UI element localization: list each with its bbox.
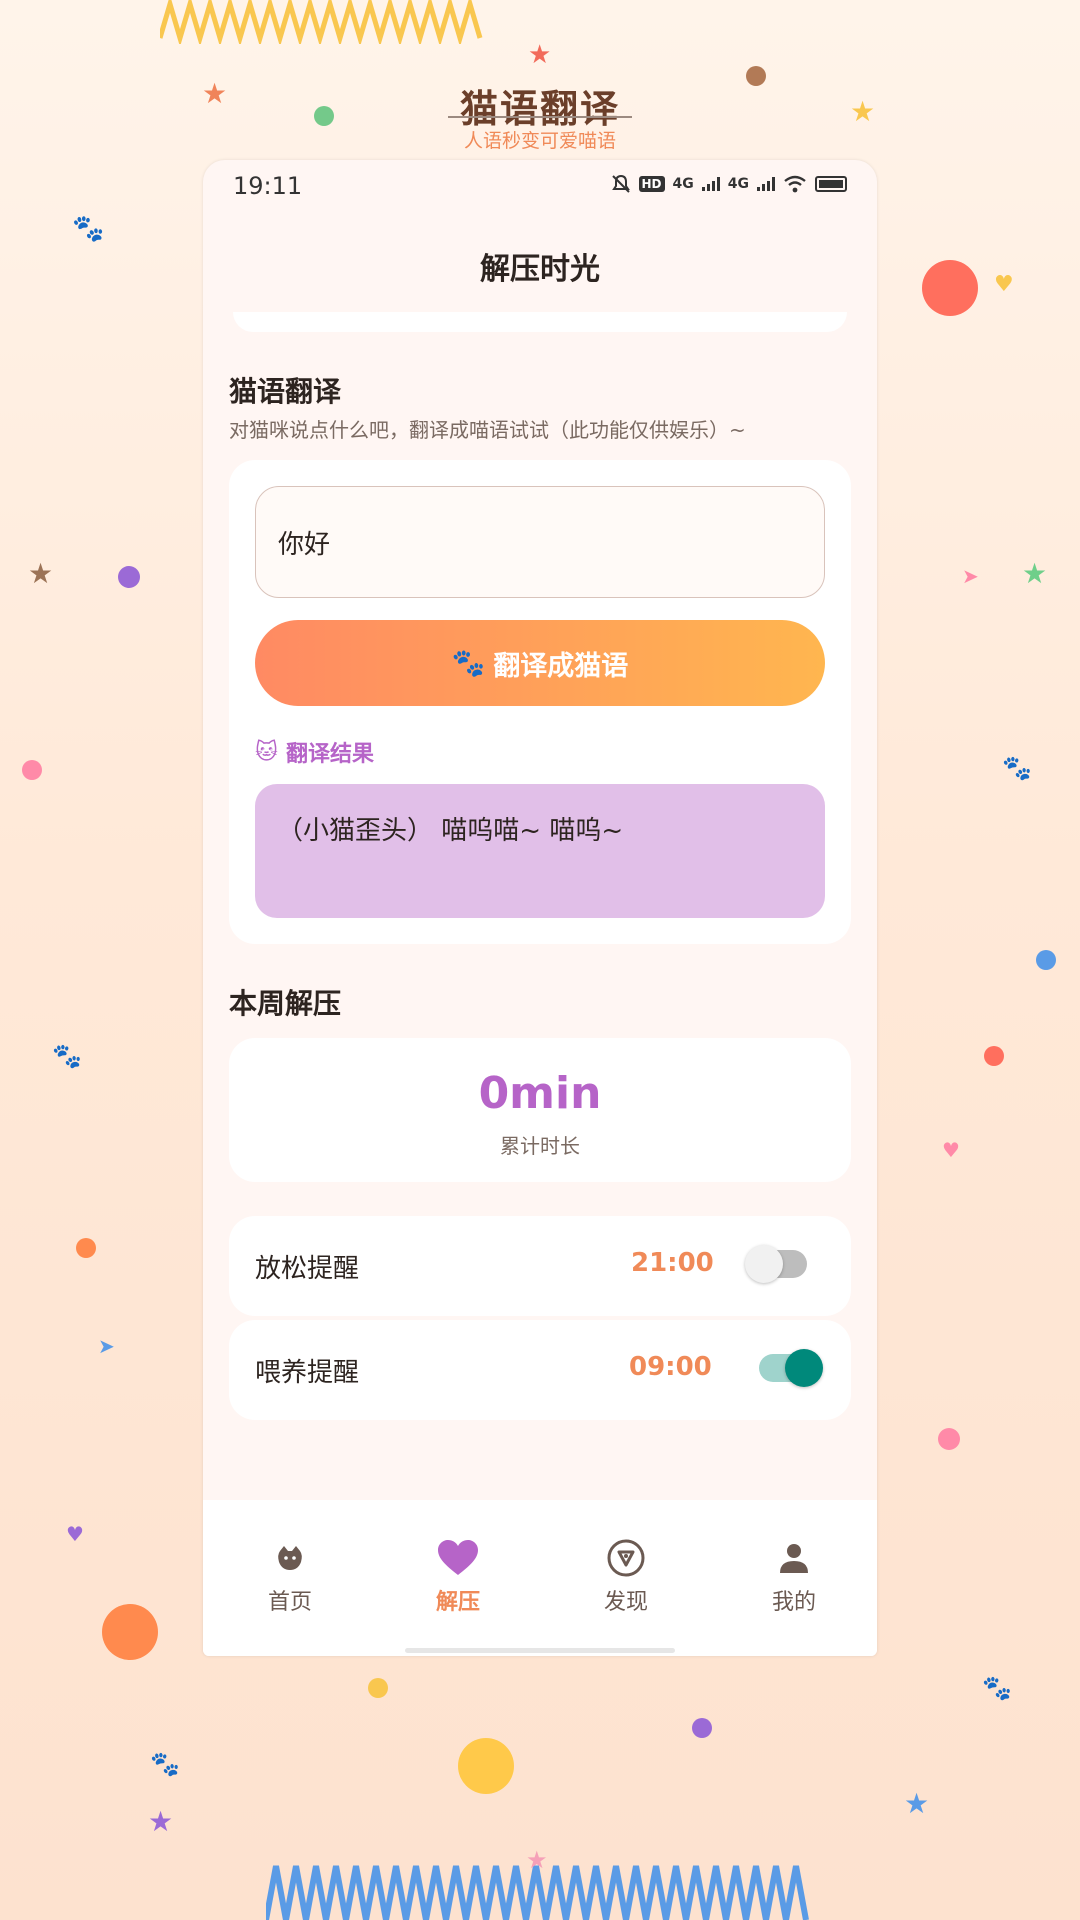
translate-input[interactable]: 你好 xyxy=(255,486,825,598)
home-indicator xyxy=(405,1648,675,1653)
reminder-name: 喂养提醒 xyxy=(255,1358,360,1388)
bell-off-icon xyxy=(611,174,630,193)
paw-icon: 🐾 xyxy=(982,1674,1012,1702)
reminder-toggle[interactable] xyxy=(759,1349,823,1387)
result-label-text: 翻译结果 xyxy=(285,742,374,767)
person-icon xyxy=(780,1544,808,1573)
translator-description: 对猫咪说点什么吧，翻译成喵语试试（此功能仅供娱乐）~ xyxy=(229,418,746,442)
decorative-dot xyxy=(922,260,978,316)
toggle-knob xyxy=(745,1245,783,1283)
fish-icon: ➤ xyxy=(962,564,979,588)
decorative-dot xyxy=(102,1604,158,1660)
tab-home[interactable]: 首页 xyxy=(230,1538,350,1616)
signal-bars-icon xyxy=(757,177,775,191)
translate-input-value: 你好 xyxy=(278,529,331,560)
heart-icon: ♥ xyxy=(942,1138,960,1162)
weekly-stat-card: 0min 累计时长 xyxy=(229,1038,851,1182)
hd-icon: HD xyxy=(638,176,665,192)
decorative-dot xyxy=(984,1046,1004,1066)
decorative-dot xyxy=(368,1678,388,1698)
paw-icon: 🐾 xyxy=(1002,754,1032,782)
star-icon: ★ xyxy=(904,1787,930,1820)
result-text: （小猫歪头） 喵呜喵~ 喵呜~ xyxy=(277,816,624,846)
reminder-time[interactable]: 21:00 xyxy=(631,1248,714,1278)
heart-icon-wrap xyxy=(398,1538,518,1578)
previous-card-edge xyxy=(233,312,847,332)
weekly-duration-value: 0min xyxy=(478,1068,602,1119)
decorative-dot xyxy=(118,566,140,588)
paw-icon: 🐾 xyxy=(451,648,486,679)
person-icon-wrap xyxy=(734,1538,854,1578)
toggle-knob xyxy=(785,1349,823,1387)
tab-relax-label: 解压 xyxy=(435,1590,480,1615)
star-icon: ★ xyxy=(28,557,54,590)
fish-icon: ➤ xyxy=(98,1334,115,1358)
decorative-dot xyxy=(76,1238,96,1258)
result-label: 🐱 翻译结果 xyxy=(255,736,374,768)
tab-profile[interactable]: 我的 xyxy=(734,1538,854,1616)
wifi-icon xyxy=(784,175,806,193)
status-time: 19:11 xyxy=(233,172,303,200)
cat-face-icon xyxy=(278,1546,302,1570)
reminder-row: 喂养提醒 09:00 xyxy=(229,1320,851,1420)
star-icon: ★ xyxy=(1022,557,1048,590)
banner-subtitle: 人语秒变可爱喵语 xyxy=(463,130,616,152)
reminder-toggle[interactable] xyxy=(745,1245,807,1283)
star-icon: ★ xyxy=(526,1846,548,1874)
paw-icon: 🐾 xyxy=(150,1750,180,1778)
tab-home-label: 首页 xyxy=(267,1590,312,1615)
tab-profile-label: 我的 xyxy=(771,1590,816,1615)
decorative-dot xyxy=(1036,950,1056,970)
page-title: 解压时光 xyxy=(480,252,600,287)
translator-heading: 猫语翻译 xyxy=(229,375,342,408)
phone-screen: 19:11 HD 4G 4G 解压时光 猫语翻译 对猫咪说点什么吧，翻译成喵语试… xyxy=(203,160,877,1656)
cat-face-icon-wrap xyxy=(230,1538,350,1578)
translate-button-label: 翻译成猫语 xyxy=(493,650,629,682)
reminder-name: 放松提醒 xyxy=(255,1254,360,1284)
weekly-duration-label: 累计时长 xyxy=(500,1134,580,1158)
paw-icon: 🐾 xyxy=(72,214,105,244)
tab-discover-label: 发现 xyxy=(603,1590,648,1615)
star-icon: ★ xyxy=(528,40,552,70)
battery-icon xyxy=(815,176,847,192)
decorative-dot xyxy=(458,1738,514,1794)
signal-bars-icon xyxy=(701,177,720,191)
cat-face-icon: 🐱 xyxy=(255,739,278,765)
result-box: （小猫歪头） 喵呜喵~ 喵呜~ xyxy=(255,784,825,918)
star-icon: ★ xyxy=(148,1805,174,1838)
banner-title: 猫语翻译 xyxy=(459,87,620,131)
status-bar: 19:11 HD 4G 4G xyxy=(203,160,877,212)
reminder-time[interactable]: 09:00 xyxy=(629,1352,712,1382)
heart-icon: ♥ xyxy=(994,272,1014,297)
signal-4g-icon: 4G xyxy=(672,176,694,192)
bottom-tab-bar: 首页 解压 发现 我的 xyxy=(203,1500,877,1656)
paw-icon: 🐾 xyxy=(52,1042,82,1070)
signal-4g-icon: 4G xyxy=(727,176,749,192)
tab-relax[interactable]: 解压 xyxy=(398,1538,518,1616)
status-icons: HD 4G 4G xyxy=(611,174,847,194)
decorative-dot xyxy=(692,1718,712,1738)
banner-divider xyxy=(448,116,632,118)
weekly-heading: 本周解压 xyxy=(229,987,342,1020)
heart-icon: ♥ xyxy=(66,1522,84,1546)
reminder-row: 放松提醒 21:00 xyxy=(229,1216,851,1316)
decorative-dot xyxy=(938,1428,960,1450)
translator-card: 你好 🐾 翻译成猫语 🐱 翻译结果 （小猫歪头） 喵呜喵~ 喵呜~ xyxy=(229,460,851,944)
compass-icon xyxy=(607,1539,645,1577)
heart-icon xyxy=(438,1540,478,1575)
decorative-dot xyxy=(22,760,42,780)
tab-discover[interactable]: 发现 xyxy=(566,1538,686,1616)
yellow-zigzag-decoration xyxy=(160,0,483,44)
compass-icon-wrap xyxy=(566,1538,686,1578)
translate-button[interactable]: 🐾 翻译成猫语 xyxy=(255,620,825,706)
